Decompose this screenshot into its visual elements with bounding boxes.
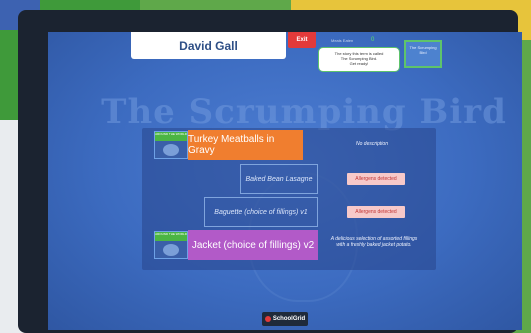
touch-display: The Scrumping Bird David Gall Exit Meals… xyxy=(48,32,522,330)
allergen-badge: Allergens detected xyxy=(347,173,405,185)
story-speech-bubble: The story this term is called The Scrump… xyxy=(318,47,400,72)
meals-eaten-count: 0 xyxy=(371,37,375,43)
exit-button[interactable]: Exit xyxy=(288,32,316,48)
menu-item-jacket-potato[interactable]: AROUND THE WORLD Jacket (choice of filli… xyxy=(154,230,318,260)
logo-icon xyxy=(264,316,271,322)
story-title-watermark: The Scrumping Bird xyxy=(101,92,507,132)
user-name-card: David Gall xyxy=(131,32,286,59)
menu-item-turkey-meatballs[interactable]: AROUND THE WORLD Turkey Meatballs in Gra… xyxy=(154,130,303,160)
story-thumbnail[interactable]: The Scrumping Bird xyxy=(404,40,442,68)
monitor-bezel: The Scrumping Bird David Gall Exit Meals… xyxy=(18,10,522,333)
menu-item-label: Turkey Meatballs in Gravy xyxy=(188,130,303,160)
badge-label: AROUND THE WORLD xyxy=(155,132,187,141)
user-name: David Gall xyxy=(179,38,238,53)
story-thumbnail-caption: The Scrumping Bird xyxy=(409,45,437,55)
bird-icon xyxy=(163,244,179,256)
around-the-world-badge: AROUND THE WORLD xyxy=(154,231,188,259)
badge-label: AROUND THE WORLD xyxy=(155,232,187,241)
menu-item-label: Baguette (choice of fillings) v1 xyxy=(204,197,318,227)
menu-item-label: Baked Bean Lasagne xyxy=(240,164,318,194)
menu-item-baked-bean-lasagne[interactable]: Baked Bean Lasagne xyxy=(240,164,318,194)
bird-icon xyxy=(163,144,179,156)
menu-item-baguette[interactable]: Baguette (choice of fillings) v1 xyxy=(204,197,318,227)
menu-item-description: A delicious selection of assorted fillin… xyxy=(330,236,418,248)
meals-eaten-label: Meals Eaten xyxy=(331,38,354,43)
speech-line: Get ready! xyxy=(349,61,369,66)
menu-panel: AROUND THE WORLD Turkey Meatballs in Gra… xyxy=(142,128,436,270)
allergen-badge: Allergens detected xyxy=(347,206,405,218)
logo-text: SchoolGrid xyxy=(272,316,306,322)
around-the-world-badge: AROUND THE WORLD xyxy=(154,131,188,159)
schoolgrid-logo: SchoolGrid xyxy=(262,312,308,326)
menu-item-description: No description xyxy=(356,141,388,147)
menu-item-label: Jacket (choice of fillings) v2 xyxy=(188,230,318,260)
